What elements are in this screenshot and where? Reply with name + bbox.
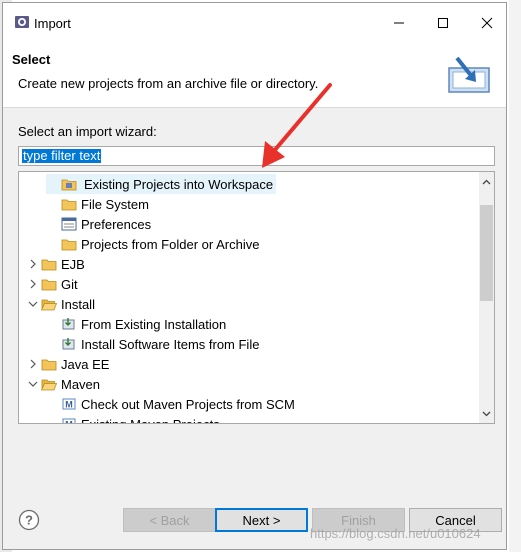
svg-text:?: ? bbox=[25, 513, 33, 528]
tree-item[interactable]: From Existing Installation bbox=[46, 314, 226, 334]
expand-chevron-right-icon[interactable] bbox=[26, 259, 40, 269]
tree-vertical-scrollbar[interactable] bbox=[479, 172, 494, 423]
tree-item[interactable]: Git bbox=[26, 274, 78, 294]
folder-icon bbox=[40, 356, 58, 372]
wizard-tree[interactable]: Existing Projects into Workspace File Sys… bbox=[18, 171, 495, 424]
title-bar: Import bbox=[3, 3, 506, 41]
scrollbar-thumb[interactable] bbox=[480, 205, 493, 301]
folder-icon bbox=[40, 256, 58, 272]
tree-item[interactable]: Preferences bbox=[46, 214, 151, 234]
install-icon bbox=[60, 316, 78, 332]
svg-text:M: M bbox=[65, 400, 73, 410]
tree-item-label: Existing Maven Projects bbox=[81, 416, 220, 424]
minimize-icon bbox=[394, 22, 404, 24]
tree-item-label: From Existing Installation bbox=[81, 316, 227, 332]
tree-item-label: Install Software Items from File bbox=[81, 336, 260, 352]
page-description: Create new projects from an archive file… bbox=[18, 76, 319, 91]
tree-item-label: Check out Maven Projects from SCM bbox=[81, 396, 295, 412]
svg-text:M: M bbox=[65, 420, 73, 425]
eclipse-app-icon bbox=[15, 16, 29, 28]
project-folder-icon bbox=[60, 176, 78, 192]
close-button[interactable] bbox=[467, 9, 507, 37]
folder-icon bbox=[60, 196, 78, 212]
watermark-text: https://blog.csdn.net/u010624 bbox=[310, 526, 481, 541]
tree-item-label: Maven bbox=[61, 376, 101, 392]
tree-item-label: Projects from Folder or Archive bbox=[81, 236, 260, 252]
tree-item-label: Java EE bbox=[61, 356, 110, 372]
maven-icon: M bbox=[60, 396, 78, 412]
tree-item-label: File System bbox=[81, 196, 149, 212]
minimize-button[interactable] bbox=[379, 9, 419, 37]
maximize-button[interactable] bbox=[423, 9, 463, 37]
back-button[interactable]: < Back bbox=[123, 508, 216, 532]
tree-item[interactable]: Projects from Folder or Archive bbox=[46, 234, 259, 254]
next-button[interactable]: Next > bbox=[215, 508, 308, 532]
expand-chevron-down-icon[interactable] bbox=[26, 380, 40, 388]
background-window-right bbox=[509, 0, 521, 552]
expand-chevron-right-icon[interactable] bbox=[26, 359, 40, 369]
tree-item[interactable]: Maven bbox=[26, 374, 100, 394]
tree-item[interactable]: Java EE bbox=[26, 354, 109, 374]
expand-chevron-right-icon[interactable] bbox=[26, 279, 40, 289]
preferences-icon bbox=[60, 216, 78, 232]
tree-item-label: Preferences bbox=[81, 216, 152, 232]
import-dialog: Import Select Create new projects from a… bbox=[2, 2, 507, 550]
folder-open-icon bbox=[40, 296, 58, 312]
install-icon bbox=[60, 336, 78, 352]
tree-item-label: Install bbox=[61, 296, 95, 312]
wizard-label: Select an import wizard: bbox=[18, 124, 157, 139]
maximize-icon bbox=[438, 18, 448, 28]
tree-item[interactable]: EJB bbox=[26, 254, 85, 274]
tree-item-label: Existing Projects into Workspace bbox=[84, 176, 274, 192]
tree-item-label: EJB bbox=[61, 256, 85, 272]
tree-item-label: Git bbox=[61, 276, 78, 292]
window-title: Import bbox=[34, 16, 71, 31]
tree-item[interactable]: M Existing Maven Projects bbox=[46, 414, 220, 425]
filter-text: type filter text bbox=[22, 148, 102, 163]
scroll-up-button[interactable] bbox=[479, 174, 494, 189]
folder-icon bbox=[40, 276, 58, 292]
maven-icon: M bbox=[60, 416, 78, 425]
filter-input[interactable]: type filter text bbox=[18, 146, 495, 166]
scroll-down-button[interactable] bbox=[479, 406, 494, 421]
expand-chevron-down-icon[interactable] bbox=[26, 300, 40, 308]
folder-icon bbox=[60, 236, 78, 252]
tree-item[interactable]: M Check out Maven Projects from SCM bbox=[46, 394, 295, 414]
tree-item[interactable]: File System bbox=[46, 194, 149, 214]
wizard-header: Select Create new projects from an archi… bbox=[3, 41, 506, 108]
import-wizard-icon bbox=[448, 56, 490, 93]
close-icon bbox=[481, 17, 493, 29]
page-title: Select bbox=[12, 52, 51, 67]
tree-item[interactable]: Install Software Items from File bbox=[46, 334, 259, 354]
chevron-down-icon bbox=[482, 411, 491, 416]
chevron-up-icon bbox=[482, 179, 491, 184]
tree-item[interactable]: Existing Projects into Workspace bbox=[46, 174, 277, 194]
tree-item[interactable]: Install bbox=[26, 294, 95, 314]
help-icon[interactable]: ? bbox=[18, 509, 40, 531]
folder-open-icon bbox=[40, 376, 58, 392]
